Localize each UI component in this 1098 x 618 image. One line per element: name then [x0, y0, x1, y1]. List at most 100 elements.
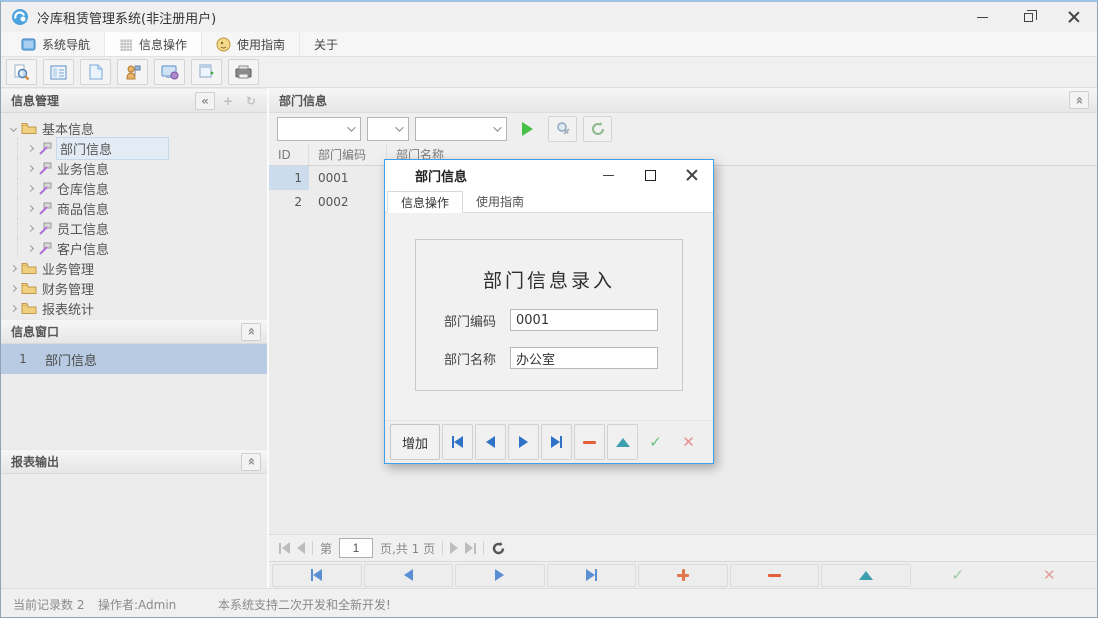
document-button[interactable]	[80, 59, 111, 85]
dialog-last-button[interactable]	[541, 424, 572, 460]
tree-item-warehouse-info[interactable]: 仓库信息	[17, 178, 267, 198]
monitor-globe-button[interactable]	[154, 59, 185, 85]
module-icon	[39, 222, 52, 235]
record-first-button[interactable]	[272, 563, 362, 587]
report-output-body	[1, 474, 267, 588]
folder-icon	[21, 283, 37, 294]
module-icon	[39, 182, 52, 195]
printer-button[interactable]	[228, 59, 259, 85]
menu-label: 系统导航	[42, 37, 91, 52]
record-last-button[interactable]	[546, 563, 637, 587]
page-input[interactable]	[339, 538, 374, 558]
search-preview-button[interactable]	[6, 59, 37, 85]
entry-groupbox: 部门信息录入 部门编码 部门名称	[415, 239, 683, 391]
operator-label: 操作者:Admin	[98, 597, 177, 612]
restore-button[interactable]	[1005, 2, 1051, 32]
chevron-right-icon	[9, 264, 18, 272]
dialog-edit-button[interactable]	[607, 424, 638, 460]
tree-item-business-info[interactable]: 业务信息	[17, 158, 267, 178]
tree-item-customer-info[interactable]: 客户信息	[17, 238, 267, 258]
dialog-minimize-button[interactable]	[587, 160, 629, 190]
record-delete-button[interactable]	[729, 563, 820, 587]
collapse-left-icon[interactable]: «	[195, 91, 215, 110]
dialog-delete-button[interactable]	[574, 424, 605, 460]
record-add-button[interactable]	[638, 563, 728, 587]
dialog-prev-button[interactable]	[475, 424, 506, 460]
next-page-icon[interactable]	[450, 542, 459, 554]
dialog-tabs: 信息操作 使用指南	[385, 190, 713, 213]
minus-icon	[768, 573, 782, 577]
grid-column-id[interactable]: ID	[269, 144, 309, 165]
menu-label: 关于	[314, 37, 339, 52]
dialog-cancel-button[interactable]: ✕	[673, 424, 704, 460]
collapse-up-icon[interactable]: «	[241, 452, 261, 471]
panel-title: 报表输出	[11, 455, 60, 469]
tree-item-basic-info[interactable]: 基本信息	[1, 118, 267, 138]
user-button[interactable]	[117, 59, 148, 85]
dialog-title: 部门信息	[415, 169, 468, 185]
tree-item-business-manage[interactable]: 业务管理	[1, 258, 267, 278]
panel-header-info-manage: 信息管理 « + ↻	[1, 88, 267, 113]
tree-item-label: 报表统计	[42, 302, 95, 318]
advanced-search-button[interactable]	[548, 115, 577, 142]
tab-user-guide[interactable]: 使用指南	[463, 190, 537, 212]
panel-header-info-window: 信息窗口 «	[1, 319, 267, 344]
folder-icon	[21, 303, 37, 314]
menu-item-system-nav[interactable]: 系统导航	[7, 32, 106, 56]
record-prev-button[interactable]	[363, 563, 454, 587]
minimize-button[interactable]	[959, 2, 1005, 32]
dialog-confirm-button[interactable]: ✓	[640, 424, 671, 460]
tree-item-report-stats[interactable]: 报表统计	[1, 298, 267, 318]
dialog-next-button[interactable]	[508, 424, 539, 460]
dept-name-input[interactable]	[510, 347, 658, 369]
chevron-right-icon	[26, 144, 35, 152]
record-next-button[interactable]	[455, 563, 545, 587]
dialog-first-button[interactable]	[442, 424, 473, 460]
menu-item-about[interactable]: 关于	[300, 32, 352, 56]
main-header: 部门信息 «	[269, 88, 1097, 113]
info-window-item[interactable]: 1 部门信息	[1, 344, 267, 374]
chevron-right-icon	[9, 284, 18, 292]
close-icon	[686, 169, 698, 181]
filter-value-combo[interactable]	[415, 116, 507, 141]
prev-page-icon[interactable]	[297, 542, 305, 554]
menu-item-info-operate[interactable]: 信息操作	[105, 32, 203, 56]
panel-header-report-output: 报表输出 «	[1, 449, 267, 474]
chevron-right-icon	[26, 244, 35, 252]
tree-item-employee-info[interactable]: 员工信息	[17, 218, 267, 238]
tree-item-department-info[interactable]: 部门信息	[17, 136, 267, 160]
table-list-button[interactable]	[43, 59, 74, 85]
pagination-bar: 第 页,共 1 页	[269, 534, 1097, 561]
record-confirm-button[interactable]: ✓	[913, 564, 1003, 587]
run-query-button[interactable]	[513, 116, 542, 142]
collapse-up-icon[interactable]: «	[241, 322, 261, 341]
refresh-grid-button[interactable]	[583, 115, 612, 142]
record-edit-button[interactable]	[821, 563, 911, 587]
add-icon[interactable]: +	[218, 92, 238, 110]
search-edit-icon	[556, 121, 570, 135]
collapse-up-icon[interactable]: «	[1069, 91, 1089, 109]
close-button[interactable]	[1051, 2, 1097, 32]
reload-icon[interactable]	[491, 541, 506, 556]
grid-column-code[interactable]: 部门编码	[309, 144, 387, 165]
edit-triangle-icon	[615, 437, 630, 447]
first-page-icon[interactable]	[279, 542, 290, 554]
filter-field-combo[interactable]	[277, 116, 361, 141]
tab-info-operate[interactable]: 信息操作	[387, 191, 464, 213]
window-add-button[interactable]	[191, 59, 222, 85]
tree-item-goods-info[interactable]: 商品信息	[17, 198, 267, 218]
menu-bar: 系统导航 信息操作 使用指南 关于	[1, 32, 1097, 57]
dept-code-input[interactable]	[510, 309, 658, 331]
dialog-maximize-button[interactable]	[629, 160, 671, 190]
monitor-icon	[21, 38, 36, 50]
dialog-close-button[interactable]	[671, 160, 713, 190]
grid-icon	[120, 38, 133, 51]
add-record-button[interactable]: 增加	[390, 424, 440, 460]
menu-item-user-guide[interactable]: 使用指南	[202, 32, 301, 56]
record-cancel-button[interactable]: ✕	[1005, 564, 1095, 587]
cell-id: 1	[269, 166, 309, 190]
last-page-icon[interactable]	[465, 542, 477, 554]
refresh-icon[interactable]: ↻	[241, 92, 261, 110]
filter-operator-combo[interactable]	[367, 116, 409, 141]
tree-item-finance-manage[interactable]: 财务管理	[1, 278, 267, 298]
